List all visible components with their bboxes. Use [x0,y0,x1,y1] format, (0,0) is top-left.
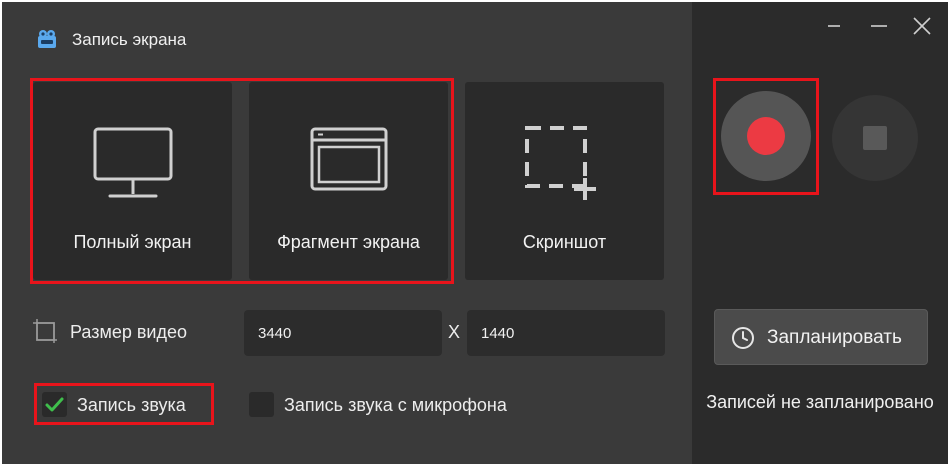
schedule-button-label: Запланировать [767,327,902,348]
video-height-input[interactable] [467,310,665,356]
fragment-label: Фрагмент экрана [277,232,420,252]
app-logo-icon [38,30,56,48]
close-icon[interactable] [910,14,934,38]
screenshot-selection-icon [524,126,596,200]
record-audio-checkbox[interactable]: Запись звука [42,390,212,420]
main-panel: Запись экрана Полный экран Фрагмент экра… [2,2,692,464]
record-audio-label: Запись звука [77,395,186,415]
screen-recorder-window: Запись экрана Полный экран Фрагмент экра… [2,2,948,464]
checkbox-box [249,392,274,417]
video-width-input[interactable] [244,310,442,356]
size-separator: X [448,322,461,342]
video-size-label: Размер видео [70,322,188,342]
app-title: Запись экрана [72,30,187,49]
minimize-icon[interactable] [822,14,846,38]
monitor-icon [93,127,172,198]
window-fragment-icon [310,127,387,191]
checkbox-box [42,392,67,417]
resize-icon [33,319,57,343]
schedule-status: Записей не запланировано [706,392,934,412]
checkmark-icon [45,397,64,412]
fragment-mode-button[interactable]: Фрагмент экрана [249,82,448,280]
full-screen-label: Полный экран [73,232,192,252]
schedule-button[interactable]: Запланировать [714,309,928,365]
maximize-icon[interactable] [867,14,891,38]
record-icon [747,117,785,155]
screenshot-label: Скриншот [522,232,607,252]
record-mic-checkbox[interactable]: Запись звука с микрофона [249,390,549,420]
stop-icon [863,126,887,150]
record-button[interactable] [721,91,811,181]
clock-icon [732,327,754,349]
stop-button[interactable] [832,95,918,181]
control-panel: Запланировать Записей не запланировано [692,2,948,464]
record-mic-label: Запись звука с микрофона [284,395,507,415]
full-screen-mode-button[interactable]: Полный экран [33,82,232,280]
screenshot-mode-button[interactable]: Скриншот [465,82,664,280]
